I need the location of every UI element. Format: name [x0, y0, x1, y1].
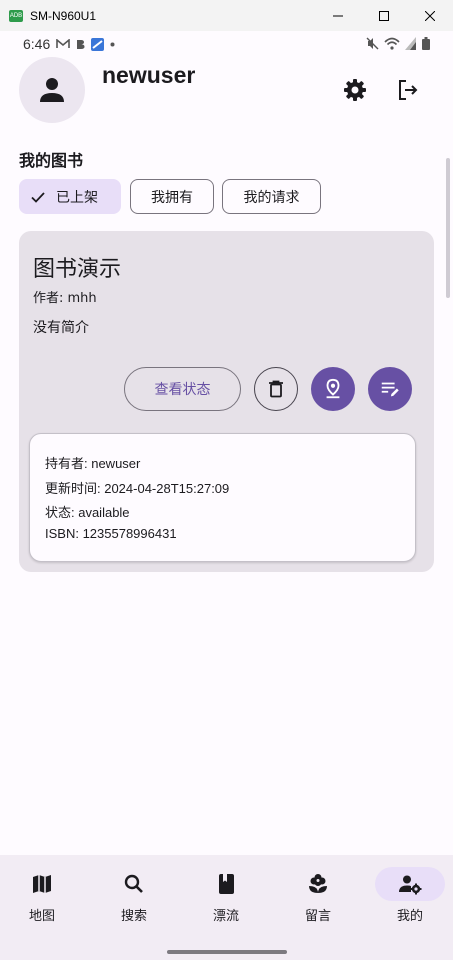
nav-item-map[interactable]: 地图	[0, 855, 87, 935]
edit-note-icon	[381, 382, 399, 397]
photo-app-icon	[91, 37, 105, 51]
location-button[interactable]	[311, 367, 355, 411]
nav-item-messages[interactable]: 留言	[273, 855, 363, 935]
close-window-button[interactable]	[407, 0, 453, 31]
trash-icon	[269, 380, 283, 398]
logout-icon	[399, 80, 418, 100]
book-info-card: 持有者: newuser 更新时间: 2024-04-28T15:27:09 状…	[29, 433, 416, 562]
nav-item-drift[interactable]: 漂流	[181, 855, 271, 935]
map-icon	[33, 875, 51, 893]
bottom-navigation: 地图 搜索 漂流 留言 我的	[0, 855, 453, 960]
section-title: 我的图书	[19, 151, 84, 170]
logout-button[interactable]	[388, 70, 428, 110]
home-indicator[interactable]	[167, 950, 287, 954]
book-holder: 持有者: newuser	[45, 456, 141, 471]
mute-icon	[366, 37, 379, 50]
maximize-button[interactable]	[361, 0, 407, 31]
wifi-icon	[384, 37, 400, 50]
status-bar: 6:46	[0, 31, 453, 57]
maximize-icon	[379, 10, 389, 21]
chip-label: 已上架	[56, 189, 98, 206]
gear-icon	[344, 79, 366, 101]
status-time: 6:46	[23, 36, 51, 52]
book-author: 作者: mhh	[33, 291, 97, 306]
battery-icon	[422, 37, 430, 50]
search-icon	[124, 874, 143, 893]
username: newuser	[102, 62, 196, 88]
book-description: 没有简介	[33, 320, 89, 336]
nav-label: 留言	[304, 909, 331, 924]
app-icon: ADB	[9, 9, 23, 22]
gmail-icon	[56, 39, 71, 48]
window-titlebar: ADB SM-N960U1	[0, 0, 453, 31]
notification-dot-icon	[110, 42, 115, 46]
settings-button[interactable]	[335, 70, 375, 110]
nav-label: 漂流	[212, 909, 239, 924]
nav-item-mine[interactable]: 我的	[365, 855, 453, 935]
person-icon	[40, 78, 64, 102]
check-icon	[30, 189, 46, 205]
chip-my-requests[interactable]: 我的请求	[222, 179, 321, 214]
signal-icon	[405, 37, 416, 50]
book-state: 状态: available	[45, 505, 130, 520]
close-icon	[425, 10, 435, 21]
user-settings-icon	[399, 875, 422, 895]
avatar[interactable]	[19, 57, 85, 123]
pin-location-icon	[326, 378, 340, 399]
chip-owned[interactable]: 我拥有	[130, 179, 214, 214]
nav-item-search[interactable]: 搜索	[89, 855, 179, 935]
active-indicator	[375, 867, 445, 901]
minimize-button[interactable]	[315, 0, 361, 31]
minimize-icon	[333, 15, 343, 16]
delete-button[interactable]	[254, 367, 298, 411]
scrollbar[interactable]	[446, 158, 450, 298]
book-title: 图书演示	[33, 257, 122, 282]
nav-label: 我的	[396, 909, 423, 924]
book-updated-time: 更新时间: 2024-04-28T15:27:09	[45, 481, 230, 496]
nav-label: 搜索	[120, 909, 147, 924]
book-icon	[219, 874, 234, 894]
book-isbn: ISBN: 1235578996431	[45, 526, 177, 541]
flower-icon	[309, 874, 327, 893]
nav-label: 地图	[28, 909, 55, 924]
edit-button[interactable]	[368, 367, 412, 411]
chip-listed[interactable]: 已上架	[19, 179, 121, 214]
chip-label: 我拥有	[151, 189, 193, 206]
window-title: SM-N960U1	[30, 8, 97, 23]
book-card: 图书演示 作者: mhh 没有简介 查看状态 持有者: newuser 更新时间…	[19, 231, 434, 572]
bold-b-icon	[77, 39, 85, 49]
chip-label: 我的请求	[243, 189, 300, 206]
view-status-button[interactable]: 查看状态	[124, 367, 241, 411]
